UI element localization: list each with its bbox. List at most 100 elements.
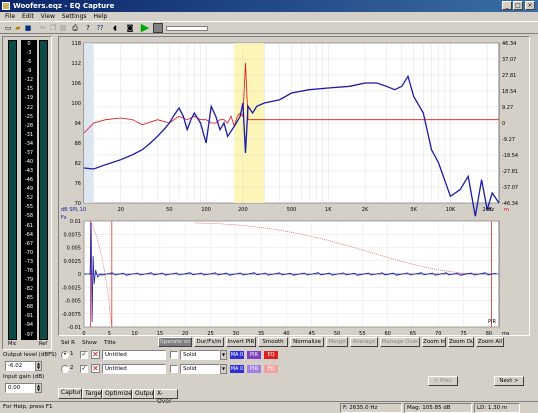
merge-button[interactable]: Merge [326,337,348,347]
normalize-button[interactable]: Normalize [290,337,324,347]
tab-xover[interactable]: X-Over [154,389,178,405]
curve-tag[interactable]: PIR [247,351,261,359]
y-tick-right: 37.07 [502,57,516,63]
zoom-all-button[interactable]: Zoom All [476,337,504,347]
curve-tag[interactable]: EQ [264,351,278,359]
curve-tag[interactable]: MA 0 [230,365,244,373]
y-tick-left: 106 [71,81,81,87]
open-folder-icon[interactable]: ▰ [13,23,23,33]
impulse-x-tick: 30 [233,331,239,335]
tab-target[interactable]: Target [82,389,104,399]
impulse-x-tick: 15 [157,331,163,335]
level-scale-label: -37 [24,149,34,156]
print-icon[interactable]: ⎙ [70,23,80,33]
select-radio[interactable]: • [61,351,69,359]
plot-frame: 118 112 106 100 94 88 82 76 70 46.34 37.07 27.81 18.… [58,36,530,337]
zoom-in-button[interactable]: Zoom In [422,337,446,347]
cut-icon[interactable]: ✂ [38,23,48,33]
impulse-x-tick: 70 [435,331,441,335]
y-tick-right: 0 [502,121,505,127]
output-level-input[interactable]: -6.02 [5,361,35,371]
context-help-icon[interactable]: ⁇ [95,23,105,33]
x-tick: 1K [325,207,332,213]
show-checkbox[interactable]: ✓ [80,351,88,359]
line-style-select[interactable]: Solid [180,364,220,374]
y-tick-left: 112 [71,61,81,67]
impulse-x-tick: 0 [82,331,85,335]
paste-icon[interactable]: ▤ [58,23,68,33]
zoom-out-button[interactable]: Zoom Out [448,337,474,347]
color-checkbox[interactable] [170,351,178,359]
input-gain-input[interactable]: 0.00 [5,383,35,393]
level-scale-label: -6 [26,59,32,66]
minimize-button[interactable]: _ [502,1,512,10]
prev-button[interactable]: < Prev [428,376,458,386]
header-title: Title [104,340,116,346]
level-scale-label: -52 [24,195,34,202]
menu-edit[interactable]: Edit [22,13,34,20]
title-input[interactable]: Untitled [102,364,166,374]
copy-icon[interactable]: ❐ [48,23,58,33]
progress-slider[interactable] [166,26,208,31]
level-scale-label: -31 [24,131,34,138]
tab-output[interactable]: Output [132,389,156,399]
level-scale-label: -43 [24,168,34,175]
impulse-y-tick: -0.01 [68,325,81,331]
y-tick-right: 46.34 [502,41,516,47]
stop-icon[interactable] [153,23,163,33]
average-button[interactable]: Average [350,337,378,347]
ref-label: Ref [39,341,48,347]
smooth-button[interactable]: Smooth [258,337,288,347]
next-button[interactable]: Next > [494,376,524,386]
curve-tag[interactable]: MA 0 [230,351,244,359]
save-icon[interactable]: ■ [23,23,33,33]
output-level-spinner[interactable]: ▲ ▼ [35,361,42,371]
impulse-y-tick: 0.005 [67,246,81,252]
frequency-chart[interactable]: 118112106100948882767046.3437.0727.8118.… [59,37,529,337]
menu-help[interactable]: Help [94,13,108,20]
close-button[interactable]: × [525,1,535,10]
impulse-x-unit: ms [502,331,510,335]
maximize-button[interactable]: □ [513,1,523,10]
record-icon[interactable]: ◙ [125,23,135,33]
output-level-label: Output level (dBFS) [3,352,57,358]
impulse-x-tick: 55 [359,331,365,335]
y-tick-left: 94 [75,121,81,127]
input-gain-spinner[interactable]: ▲ ▼ [35,383,42,393]
menu-file[interactable]: File [5,13,15,20]
dur-fs-button[interactable]: Dur/Fs/m [194,337,224,347]
level-scale-label: 0 [27,41,31,47]
chevron-down-icon[interactable]: ▼ [220,364,227,374]
line-style-select[interactable]: Solid [180,350,220,360]
impulse-x-tick: 50 [334,331,340,335]
curve-tag[interactable]: EQ [264,365,278,373]
app-icon [2,2,10,10]
menu-bar: File Edit View Settings Help [0,12,538,21]
operate-on-button[interactable]: Operate on [158,337,192,347]
speaker-icon[interactable]: ◖ [110,23,120,33]
tab-capture[interactable]: Capture [58,388,85,399]
level-scale-label: -3 [26,50,32,57]
curve-tag[interactable]: PIR [247,365,261,373]
show-checkbox[interactable]: ✓ [80,365,88,373]
menu-view[interactable]: View [41,13,55,20]
new-file-icon[interactable]: ▭ [3,23,13,33]
play-icon[interactable]: ▶ [140,22,150,33]
help-icon[interactable]: ? [83,23,93,33]
manage-over-button[interactable]: Manage Over [380,337,420,347]
chevron-down-icon[interactable]: ▼ [220,350,227,360]
level-scale-label: -22 [24,104,34,111]
level-meter-panel: 0 -3 -6 -9 -12 -15 -19 -22 -25 -28 -31 -34 -37 -40 -43… [2,36,52,350]
invert-pir-button[interactable]: Invert PIR [226,337,256,347]
color-checkbox[interactable] [170,365,178,373]
level-scale-label: -9 [26,68,32,75]
tab-optimizer[interactable]: Optimizer [102,389,134,399]
title-input[interactable]: Untitled [102,350,166,360]
delete-icon[interactable]: ✕ [91,364,100,373]
impulse-y-tick: -0.0025 [62,285,81,291]
row-number: 1 [70,351,74,357]
menu-settings[interactable]: Settings [62,13,87,20]
status-bar: For Help, press F1 F: 2635.0 Hz Mag: 105… [0,401,538,413]
select-radio[interactable] [61,365,69,373]
delete-icon[interactable]: ✕ [91,350,100,359]
